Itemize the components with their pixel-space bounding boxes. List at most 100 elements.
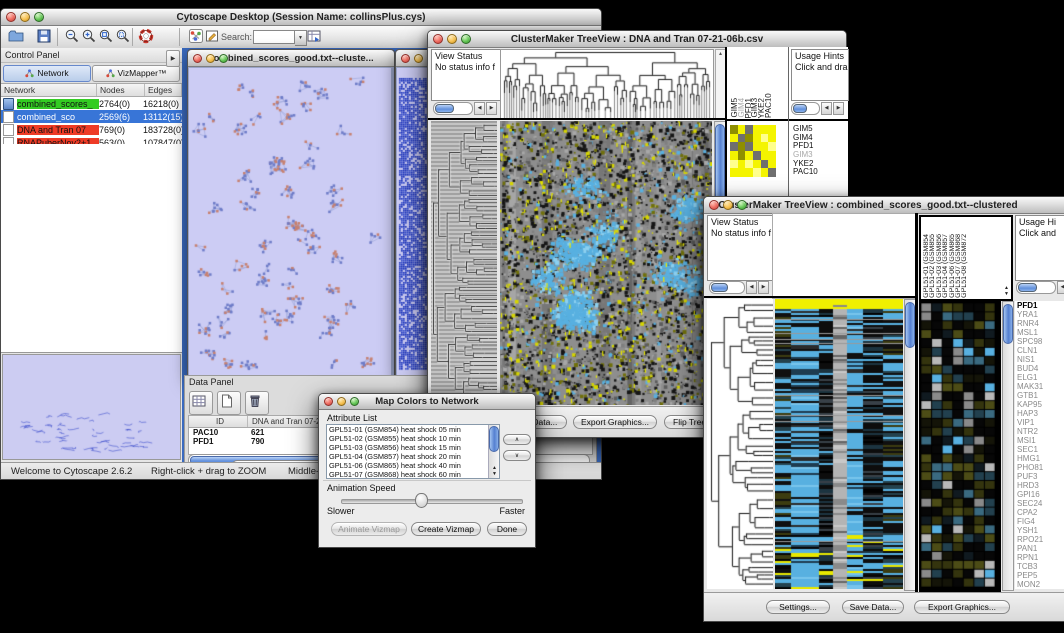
annotation-icon[interactable]: [203, 28, 221, 46]
main-titlebar[interactable]: Cytoscape Desktop (Session Name: collins…: [1, 9, 601, 26]
gene-label[interactable]: HAP3: [1015, 409, 1064, 418]
col-id[interactable]: ID: [189, 416, 248, 427]
close-icon[interactable]: [193, 54, 202, 63]
scroll-track[interactable]: [1016, 281, 1056, 294]
zoom-window-icon[interactable]: [350, 397, 359, 406]
attribute-item[interactable]: GPL51-06 (GSM865) heat shock 40 min: [327, 461, 499, 470]
gene-label[interactable]: MAK31: [1015, 382, 1064, 391]
treeview-button[interactable]: Settings...: [766, 600, 830, 614]
treeview-button[interactable]: Export Graphics...: [573, 415, 657, 429]
help-lifesaver-icon[interactable]: [137, 28, 155, 46]
minimize-icon[interactable]: [414, 54, 423, 63]
gene-label[interactable]: NTR2: [1015, 427, 1064, 436]
gene-label[interactable]: PUF3: [1015, 472, 1064, 481]
close-icon[interactable]: [324, 397, 333, 406]
gene-label[interactable]: RNR4: [1015, 319, 1064, 328]
tab-overflow-button[interactable]: ▶: [166, 50, 180, 67]
new-attribute-icon[interactable]: [217, 391, 241, 415]
gene-label[interactable]: PEP5: [1015, 571, 1064, 580]
move-down-button[interactable]: ∨: [503, 450, 531, 461]
zoom-window-icon[interactable]: [461, 34, 471, 44]
control-panel-tab[interactable]: VizMapper™: [92, 65, 180, 82]
open-file-button[interactable]: [7, 28, 25, 46]
close-icon[interactable]: [433, 34, 443, 44]
gene-label[interactable]: YRA1: [1015, 310, 1064, 319]
zoom-heatmap-canvas[interactable]: [921, 303, 995, 587]
scroll-left-icon[interactable]: ◀: [821, 102, 832, 115]
heatmap-canvas[interactable]: [500, 121, 712, 405]
attribute-item[interactable]: GPL51-03 (GSM856) heat shock 15 min: [327, 443, 499, 452]
scroll-thumb[interactable]: [711, 283, 728, 292]
matrix-row-label[interactable]: PAC10: [793, 168, 818, 177]
speed-slider-track[interactable]: [341, 499, 523, 504]
network-row[interactable]: combined_scores_ 2764(0) 16218(0): [1, 97, 182, 110]
gene-label[interactable]: PHO81: [1015, 463, 1064, 472]
delete-attribute-trash-icon[interactable]: [245, 391, 269, 415]
attribute-table-icon[interactable]: [189, 391, 213, 415]
mini-scroll-arrows[interactable]: ▲ ▼: [1004, 285, 1009, 297]
treeview-button[interactable]: Export Graphics...: [914, 600, 1010, 614]
gene-label[interactable]: BUD4: [1015, 364, 1064, 373]
v-scrollbar[interactable]: [1002, 301, 1014, 591]
scroll-left-icon[interactable]: ◀: [746, 281, 757, 294]
gene-label[interactable]: MON2: [1015, 580, 1064, 589]
scroll-right-icon[interactable]: ▶: [486, 102, 497, 115]
scroll-track[interactable]: [709, 281, 745, 294]
gene-label[interactable]: KAP95: [1015, 400, 1064, 409]
gene-label[interactable]: GPI16: [1015, 490, 1064, 499]
zoom-selected-icon[interactable]: [114, 28, 132, 46]
scroll-thumb[interactable]: [905, 302, 915, 348]
h-scrollbar[interactable]: ◀: [1016, 281, 1064, 293]
col-edges[interactable]: Edges: [145, 84, 182, 96]
list-v-scrollbar[interactable]: ▲ ▼: [488, 425, 499, 478]
save-button[interactable]: [35, 28, 53, 46]
gene-label[interactable]: RPO21: [1015, 535, 1064, 544]
gene-label[interactable]: VIP1: [1015, 418, 1064, 427]
scroll-thumb[interactable]: [435, 104, 454, 113]
scroll-right-icon[interactable]: ▶: [833, 102, 844, 115]
network-row[interactable]: combined_sco 2569(6) 13112(15): [1, 110, 182, 123]
minimize-icon[interactable]: [337, 397, 346, 406]
scroll-down-icon[interactable]: ▼: [1004, 291, 1009, 297]
scroll-thumb[interactable]: [793, 104, 807, 113]
gene-label[interactable]: CPA2: [1015, 508, 1064, 517]
dialog-button[interactable]: Create Vizmap: [411, 522, 481, 536]
gene-label[interactable]: RPN1: [1015, 553, 1064, 562]
row-dendrogram[interactable]: [707, 299, 773, 589]
birdseye-view[interactable]: [2, 354, 181, 460]
close-icon[interactable]: [6, 12, 16, 22]
minimize-icon[interactable]: [447, 34, 457, 44]
search-input[interactable]: [253, 30, 295, 44]
treeview1-titlebar[interactable]: ClusterMaker TreeView : DNA and Tran 07-…: [428, 31, 846, 48]
row-dendrogram[interactable]: [431, 121, 497, 405]
h-scrollbar[interactable]: ◀ ▶: [433, 102, 497, 114]
network-row[interactable]: DNA and Tran 07 769(0) 183728(0): [1, 123, 182, 136]
move-up-button[interactable]: ∧: [503, 434, 531, 445]
gene-label[interactable]: TCB3: [1015, 562, 1064, 571]
zoom-window-icon[interactable]: [219, 54, 228, 63]
gene-label[interactable]: HMG1: [1015, 454, 1064, 463]
gene-label[interactable]: MSI1: [1015, 436, 1064, 445]
gene-label[interactable]: GTB1: [1015, 391, 1064, 400]
gene-label[interactable]: SEC24: [1015, 499, 1064, 508]
treeview-button[interactable]: Save Data...: [842, 600, 904, 614]
scroll-left-icon[interactable]: ◀: [1057, 281, 1064, 294]
gene-label[interactable]: NIS1: [1015, 355, 1064, 364]
close-icon[interactable]: [709, 200, 719, 210]
zoom-out-icon[interactable]: [63, 28, 81, 46]
scroll-right-icon[interactable]: ▶: [758, 281, 769, 294]
attribute-item[interactable]: GPL51-02 (GSM855) heat shock 10 min: [327, 434, 499, 443]
minimize-icon[interactable]: [20, 12, 30, 22]
attribute-item[interactable]: GPL51-01 (GSM854) heat shock 05 min: [327, 425, 499, 434]
attribute-item[interactable]: GPL51-07 (GSM868) heat shock 60 min: [327, 470, 499, 479]
correlation-matrix[interactable]: [730, 125, 776, 177]
gene-label[interactable]: SEC1: [1015, 445, 1064, 454]
network-view-titlebar[interactable]: combined_scores_good.txt--cluste...: [188, 50, 394, 67]
gene-label[interactable]: MSL1: [1015, 328, 1064, 337]
import-table-icon[interactable]: [305, 28, 323, 46]
dialog-titlebar[interactable]: Map Colors to Network: [319, 394, 535, 410]
dialog-button[interactable]: Animate Vizmap: [331, 522, 407, 536]
scroll-left-icon[interactable]: ◀: [474, 102, 485, 115]
scroll-thumb[interactable]: [489, 426, 499, 452]
close-icon[interactable]: [401, 54, 410, 63]
